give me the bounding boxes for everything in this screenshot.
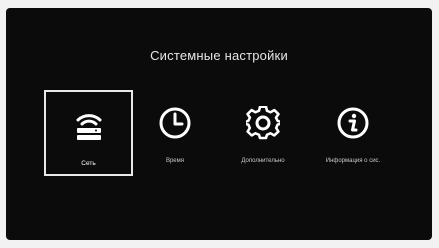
menu-item-advanced[interactable]: Дополнительно xyxy=(220,90,306,176)
menu-item-network[interactable]: Сеть xyxy=(44,90,133,176)
gear-icon xyxy=(246,106,280,140)
menu-item-label: Сеть xyxy=(81,160,96,167)
menu-item-label: Дополнительно xyxy=(241,158,285,164)
menu-item-label: Время xyxy=(165,158,185,164)
menu-item-label: Информация о сис. xyxy=(325,158,381,164)
settings-screen: Системные настройки Сеть Время Дополните… xyxy=(6,8,432,240)
menu-item-system-info[interactable]: Информация о сис. xyxy=(312,90,394,176)
menu-item-time[interactable]: Время xyxy=(138,90,212,176)
info-icon xyxy=(337,107,369,139)
page-title: Системные настройки xyxy=(150,48,288,63)
screen-frame: Системные настройки Сеть Время Дополните… xyxy=(0,0,439,248)
settings-menu: Сеть Время Дополнительно Информация о си… xyxy=(44,90,394,180)
clock-icon xyxy=(159,107,191,139)
router-wifi-icon xyxy=(76,114,101,140)
